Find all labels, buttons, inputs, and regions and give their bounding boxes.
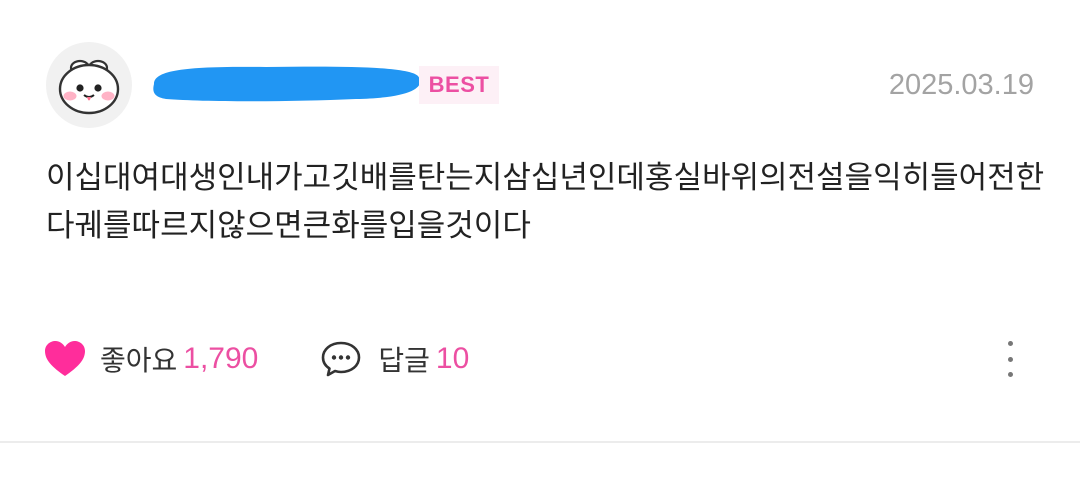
speech-bubble-icon (322, 341, 361, 377)
more-dot-icon (1007, 356, 1013, 362)
like-label: 좋아요 (100, 344, 178, 377)
user-avatar[interactable] (46, 42, 132, 128)
reply-count: 10 (435, 342, 470, 375)
heart-icon (45, 341, 85, 376)
best-badge: BEST (419, 66, 499, 104)
reply-button[interactable]: 답글 10 (320, 339, 469, 379)
like-count: 1,790 (183, 342, 259, 375)
comment-actions: 좋아요 1,790 답글 10 (44, 334, 469, 384)
divider (0, 441, 1080, 443)
more-options-button[interactable] (998, 339, 1022, 379)
comment-card: BEST 2025.03.19 이십대여대생인내가고깃배를탄는지삼십년인데홍실바… (0, 0, 1080, 481)
like-button[interactable]: 좋아요 1,790 (44, 339, 258, 379)
comment-date: 2025.03.19 (888, 69, 1034, 101)
comment-body: 이십대여대생인내가고깃배를탄는지삼십년인데홍실바위의전설을익히들어전한다궤를따르… (46, 160, 1045, 244)
more-dot-icon (1007, 372, 1013, 377)
bunny-avatar-icon (58, 59, 120, 115)
more-dot-icon (1007, 341, 1013, 346)
nickname-redaction (153, 66, 421, 102)
reply-label: 답글 (378, 344, 430, 377)
